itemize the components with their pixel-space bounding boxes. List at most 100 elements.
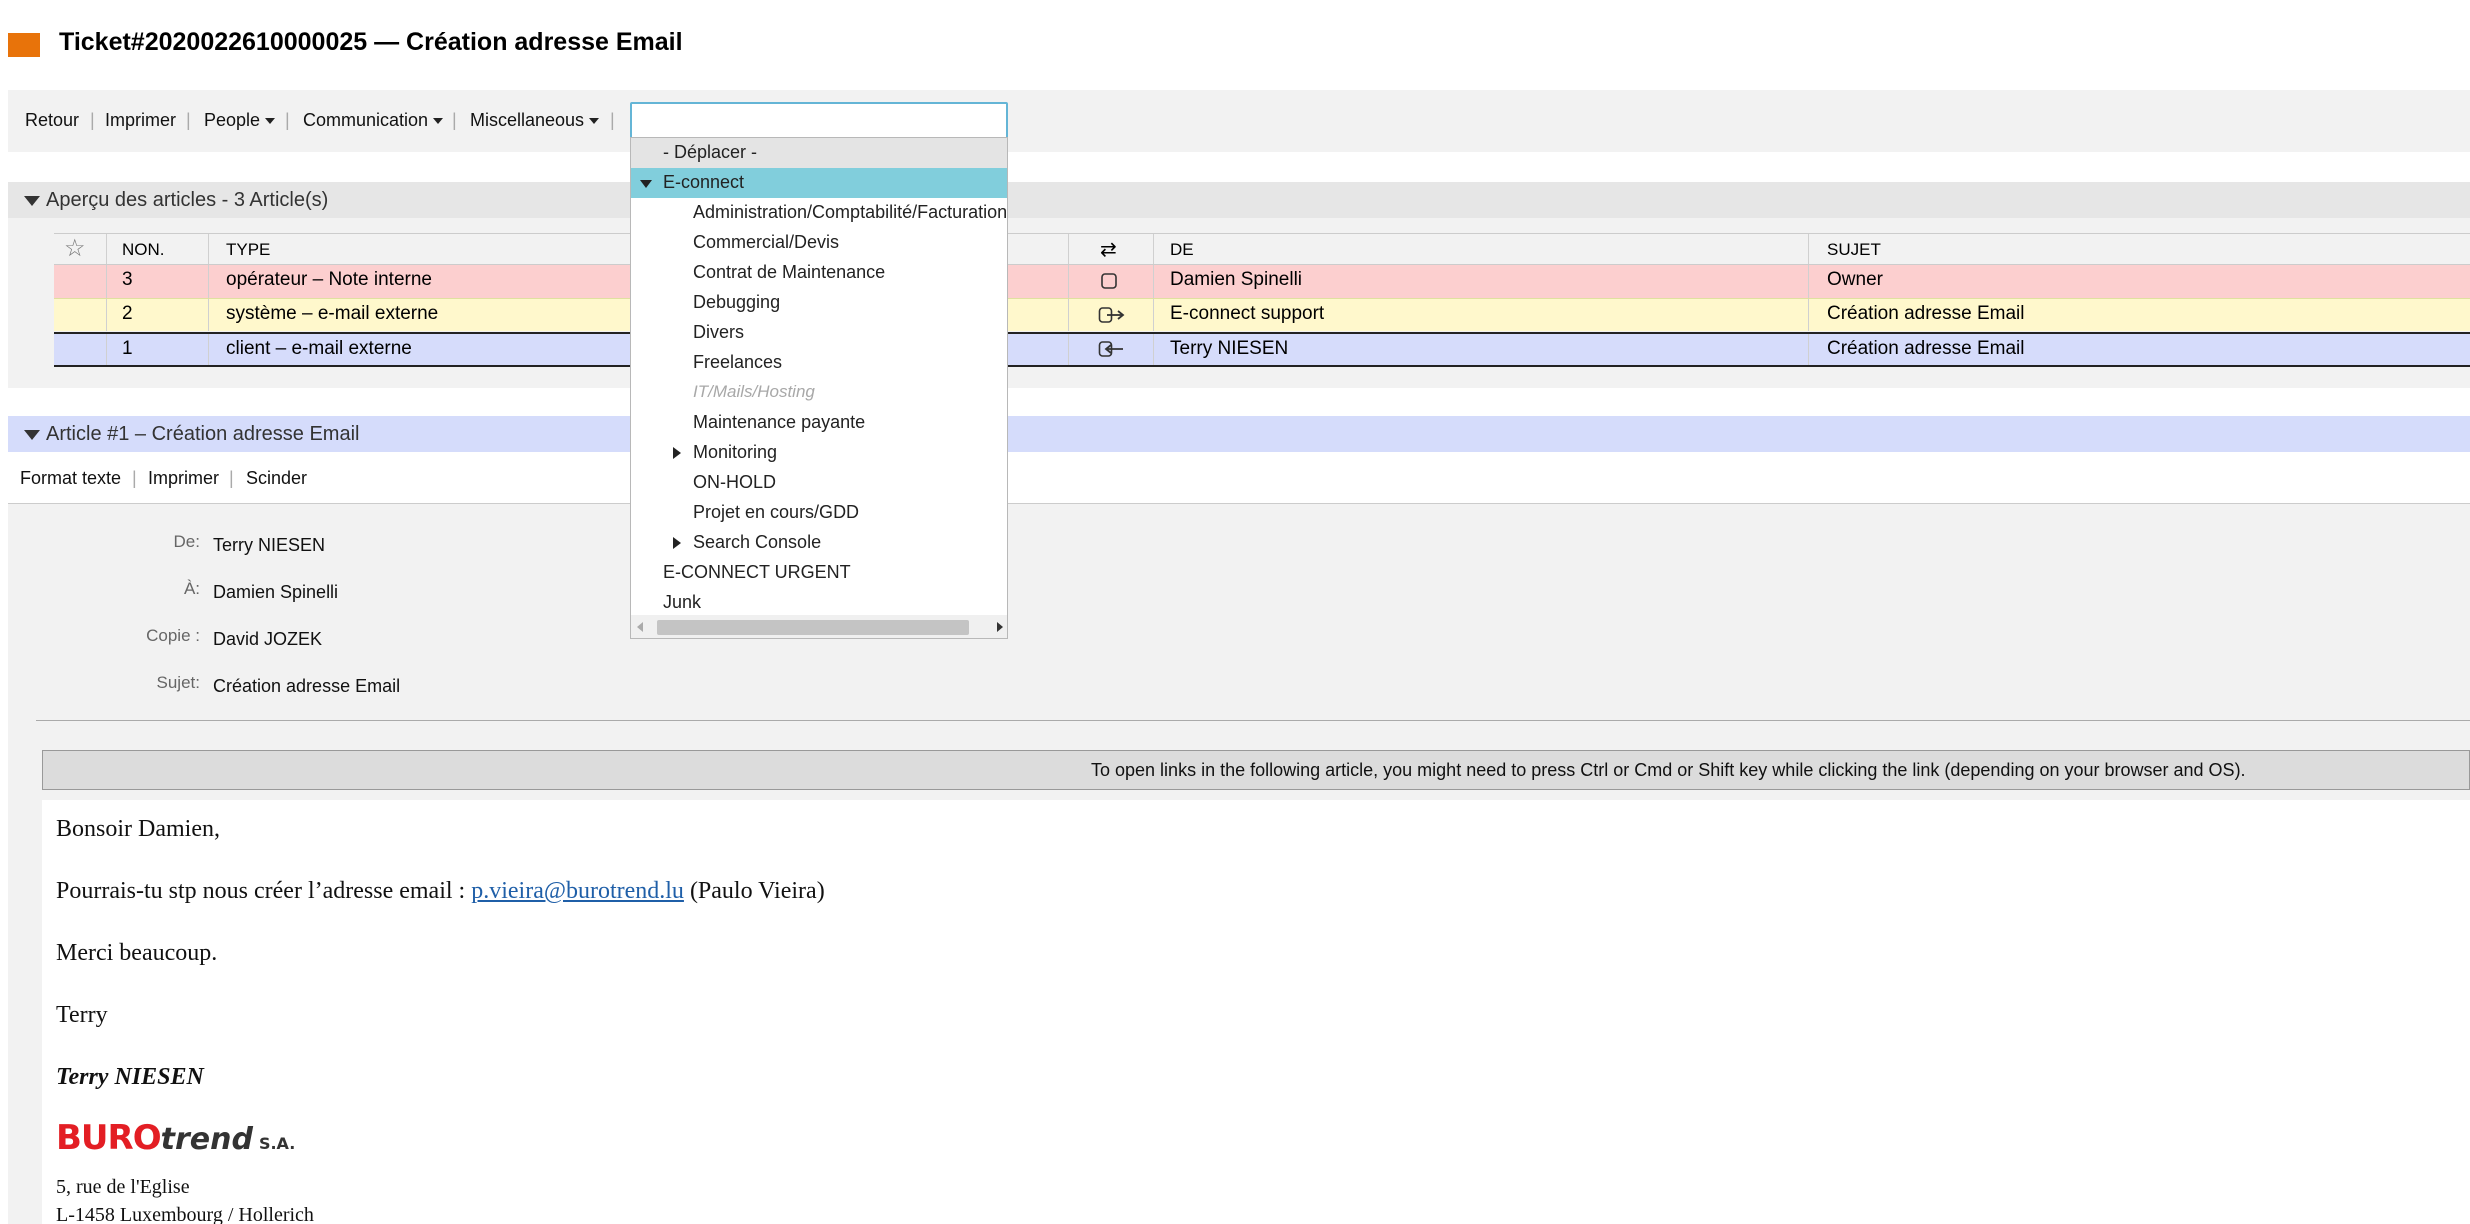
print-link[interactable]: Imprimer [105, 110, 176, 131]
scrollbar-thumb[interactable] [657, 620, 969, 635]
dropdown-item[interactable]: Debugging [631, 288, 1007, 318]
ticket-priority-icon [8, 33, 40, 57]
print-article-link[interactable]: Imprimer [148, 468, 219, 489]
people-menu-label: People [204, 110, 261, 130]
horizontal-scrollbar[interactable] [631, 615, 1007, 638]
dropdown-item[interactable]: Freelances [631, 348, 1007, 378]
queue-dropdown: - Déplacer - E-connect Administration/Co… [630, 137, 1008, 639]
separator: | [229, 468, 234, 488]
email-greeting: Bonsoir Damien, [56, 816, 220, 842]
expand-triangle-icon[interactable] [673, 447, 681, 459]
dropdown-item[interactable]: - Déplacer - [631, 138, 1007, 168]
meta-label-from: De: [173, 532, 200, 551]
article-action-bar: Format texte | Imprimer | Scinder [8, 460, 2470, 504]
scroll-left-icon[interactable] [637, 622, 643, 632]
separator: | [610, 110, 615, 130]
address-line-1: 5, rue de l'Eglise [56, 1176, 190, 1198]
separator: | [452, 110, 457, 130]
separator: | [285, 110, 290, 130]
dropdown-item[interactable]: Junk [631, 588, 1007, 618]
meta-label-cc: Copie : [146, 626, 200, 645]
star-icon[interactable]: ☆ [64, 234, 104, 264]
col-header-from[interactable]: DE [1170, 234, 1194, 264]
caret-down-icon [265, 118, 276, 125]
separator: | [186, 110, 191, 130]
articles-overview-header[interactable]: Aperçu des articles - 3 Article(s) [8, 182, 2470, 218]
row-subject: Création adresse Email [1827, 303, 2025, 324]
dropdown-item[interactable]: Commercial/Devis [631, 228, 1007, 258]
dropdown-item-label: E-connect [663, 172, 745, 192]
miscellaneous-menu[interactable]: Miscellaneous [470, 110, 600, 131]
signature-name: Terry NIESEN [56, 1064, 204, 1090]
row-from: E-connect support [1170, 303, 1325, 324]
back-link[interactable]: Retour [25, 110, 79, 131]
row-subject: Owner [1827, 269, 1883, 290]
move-queue-search-input[interactable] [630, 102, 1008, 139]
caret-down-icon [589, 118, 600, 125]
direction-arrows-icon[interactable]: ⇄ [1100, 234, 1117, 264]
articles-overview-title: Aperçu des articles - 3 Article(s) [46, 189, 329, 211]
row-no: 1 [122, 338, 133, 359]
article-header[interactable]: Article #1 – Création adresse Email [8, 416, 2470, 452]
dropdown-item-label: Monitoring [693, 442, 778, 462]
dropdown-item[interactable]: Maintenance payante [631, 408, 1007, 438]
dropdown-item[interactable]: Search Console [631, 528, 1007, 558]
row-from: Damien Spinelli [1170, 269, 1303, 290]
dropdown-item-selected[interactable]: E-connect [631, 168, 1007, 198]
dropdown-item[interactable]: E-CONNECT URGENT [631, 558, 1007, 588]
email-link[interactable]: p.vieira@burotrend.lu [471, 878, 684, 904]
separator: | [132, 468, 137, 488]
people-menu[interactable]: People [204, 110, 276, 131]
dropdown-item[interactable]: Projet en cours/GDD [631, 498, 1007, 528]
row-type: opérateur – Note interne [226, 269, 432, 290]
article-title: Article #1 – Création adresse Email [46, 423, 360, 445]
logo-part-red: BURO [56, 1118, 162, 1158]
email-sign: Terry [56, 1002, 108, 1028]
format-text-link[interactable]: Format texte [20, 468, 121, 489]
dropdown-item[interactable]: Administration/Comptabilité/Facturation [631, 198, 1007, 228]
dropdown-item[interactable]: Contrat de Maintenance [631, 258, 1007, 288]
scroll-right-icon[interactable] [997, 622, 1003, 632]
row-subject: Création adresse Email [1827, 338, 2025, 359]
dropdown-item[interactable]: Divers [631, 318, 1007, 348]
expand-triangle-icon[interactable] [640, 180, 652, 188]
meta-label-subject: Sujet: [156, 673, 200, 692]
table-row[interactable]: 2 système – e-mail externe E-connect sup… [54, 298, 2470, 331]
address-line-2: L-1458 Luxembourg / Hollerich [56, 1204, 314, 1224]
collapse-triangle-icon[interactable] [24, 196, 40, 206]
row-no: 3 [122, 269, 133, 290]
title-bar: Ticket#2020022610000025 — Création adres… [0, 0, 2470, 88]
email-text: Pourrais-tu stp nous créer l’adresse ema… [56, 878, 472, 904]
link-notice: To open links in the following article, … [42, 750, 2470, 790]
communication-menu-label: Communication [303, 110, 429, 130]
divider [36, 720, 2470, 721]
dropdown-item-label: Search Console [693, 532, 822, 552]
caret-down-icon [433, 118, 444, 125]
dropdown-item[interactable]: Monitoring [631, 438, 1007, 468]
company-logo: BUROtrend S.A. [56, 1118, 295, 1158]
collapse-triangle-icon[interactable] [24, 430, 40, 440]
col-header-subject[interactable]: SUJET [1827, 234, 1881, 264]
logo-part-dark: trend [160, 1122, 253, 1157]
expand-triangle-icon[interactable] [673, 537, 681, 549]
logo-part-sa: S.A. [258, 1134, 296, 1153]
email-text: (Paulo Vieira) [683, 878, 825, 904]
col-header-type[interactable]: TYPE [226, 234, 270, 264]
dropdown-item-disabled: IT/Mails/Hosting [693, 382, 815, 401]
row-no: 2 [122, 303, 133, 324]
email-thanks: Merci beaucoup. [56, 940, 218, 966]
table-row-active[interactable]: 1 client – e-mail externe Terry NIESEN C… [54, 332, 2470, 367]
dropdown-item[interactable]: ON-HOLD [631, 468, 1007, 498]
communication-menu[interactable]: Communication [303, 110, 444, 131]
table-header-row: ☆ NON. TYPE ⇄ DE SUJET [54, 233, 2470, 265]
meta-value-subject: Création adresse Email [213, 676, 401, 696]
meta-value-cc: David JOZEK [213, 629, 323, 649]
meta-value-to: Damien Spinelli [213, 582, 339, 602]
separator: | [90, 110, 95, 130]
table-row[interactable]: 3 opérateur – Note interne Damien Spinel… [54, 265, 2470, 298]
miscellaneous-menu-label: Miscellaneous [470, 110, 585, 130]
col-header-no[interactable]: NON. [122, 234, 165, 264]
row-type: système – e-mail externe [226, 303, 439, 324]
meta-value-from: Terry NIESEN [213, 535, 326, 555]
split-link[interactable]: Scinder [246, 468, 307, 489]
